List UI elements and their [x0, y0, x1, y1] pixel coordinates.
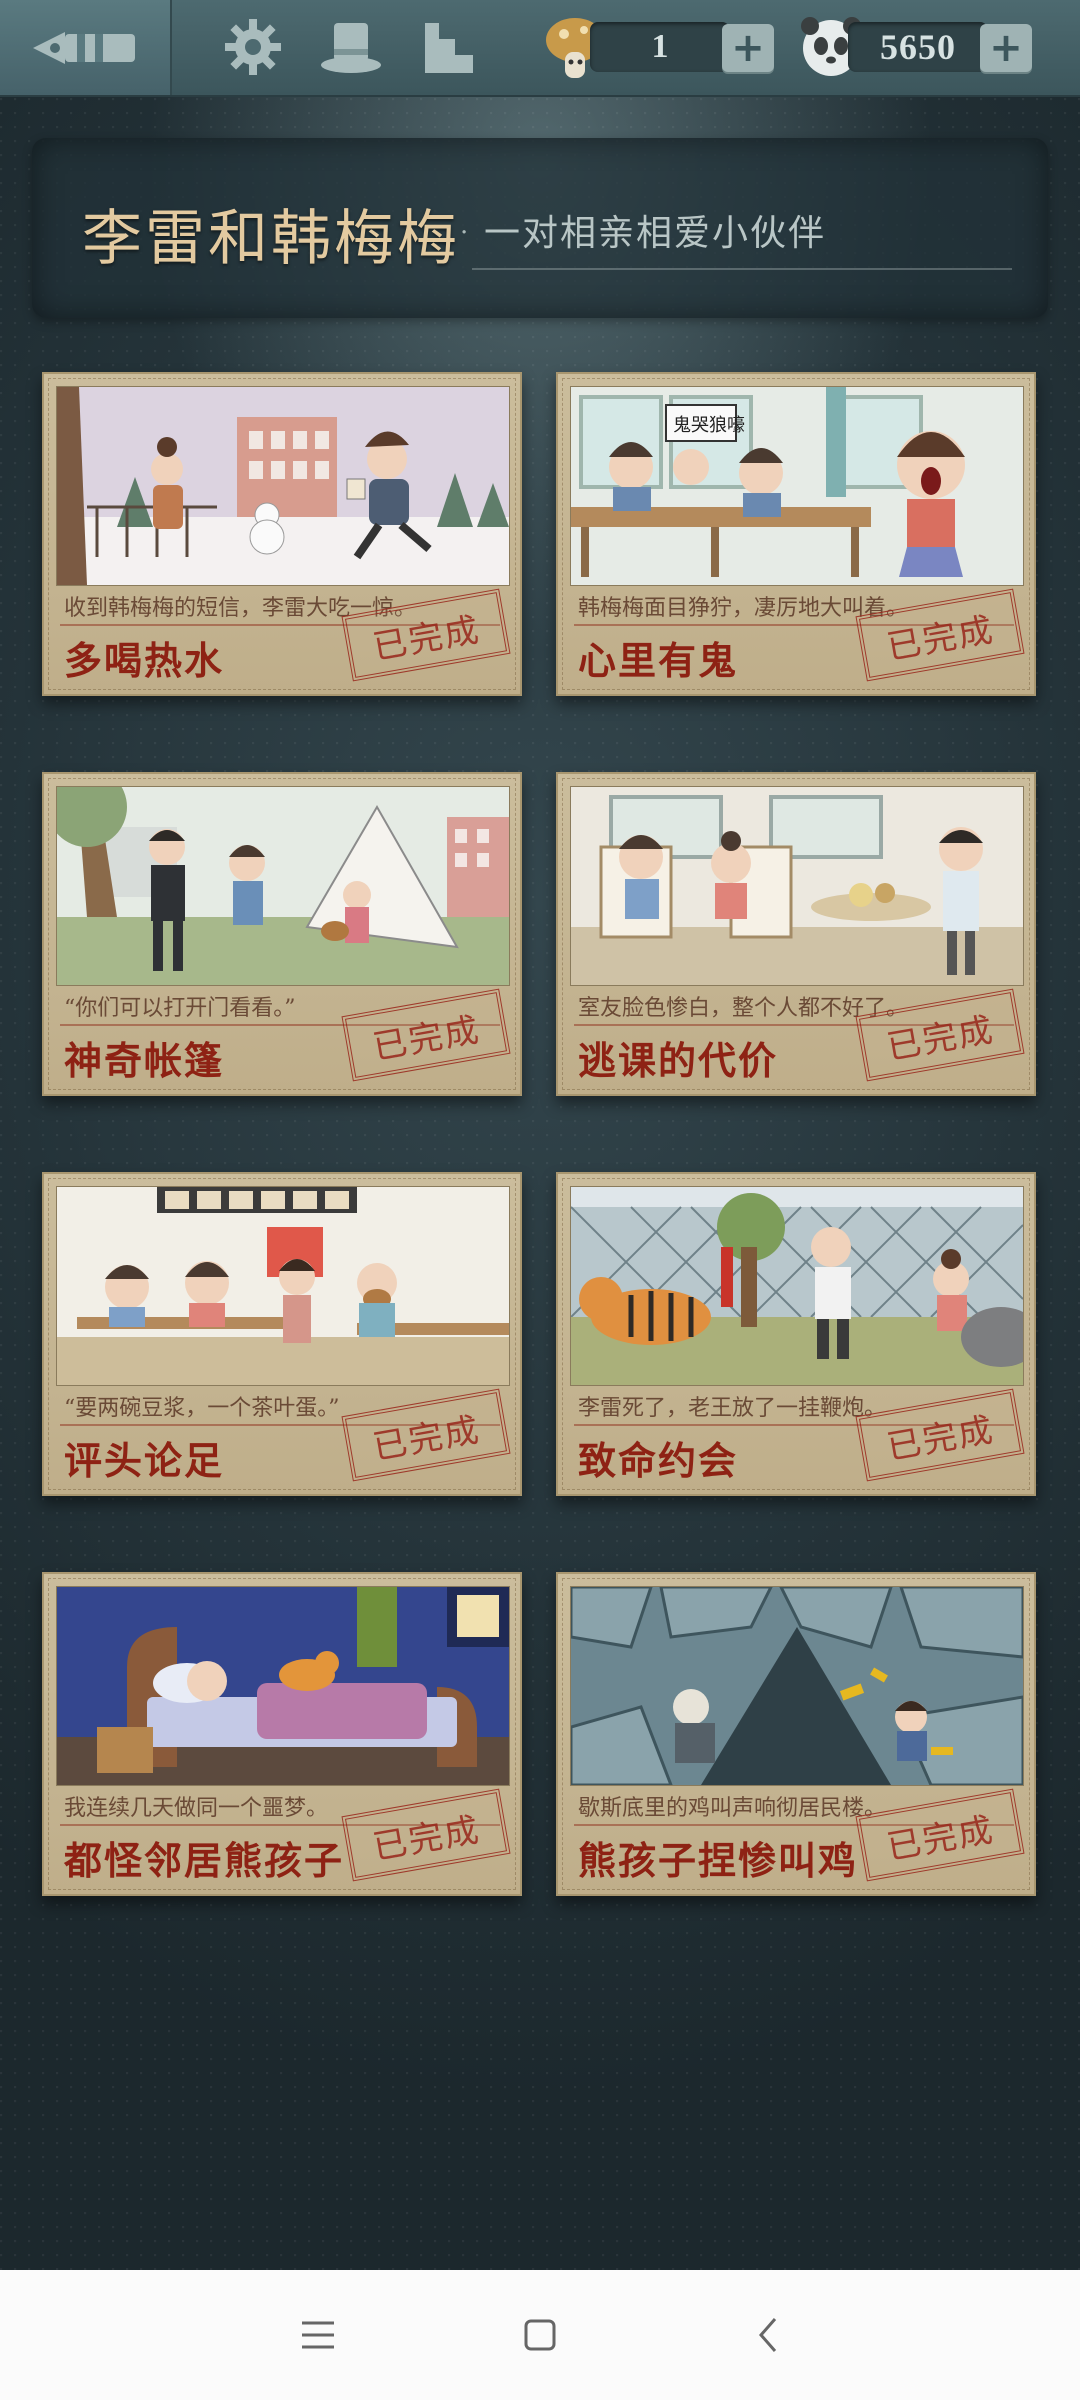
level-illustration-3 [56, 786, 510, 986]
gear-icon [225, 19, 281, 75]
menu-icon [302, 2321, 334, 2349]
level-card-3[interactable]: “你们可以打开门看看。” 神奇帐篷 已完成 [42, 772, 522, 1096]
level-illustration-6 [570, 1186, 1024, 1386]
level-illustration-8 [570, 1586, 1024, 1786]
chapter-subtitle: 一对相亲相爱小伙伴 [484, 213, 827, 254]
plus-icon: + [731, 25, 765, 71]
home-button[interactable] [505, 2300, 575, 2370]
system-nav-bar [0, 2270, 1080, 2400]
completed-stamp-5: 已完成 [341, 1388, 511, 1482]
settings-button[interactable] [220, 14, 286, 80]
level-illustration-2: 鬼哭狼嚎 [570, 386, 1024, 586]
level-card-2[interactable]: 鬼哭狼嚎 韩梅梅面目狰狞，凄厉地大叫着。 心里有鬼 已完成 [556, 372, 1036, 696]
level-name-6: 致命约会 [578, 1438, 739, 1483]
chalkboard-texture [0, 0, 1080, 2270]
top-hat-icon [321, 23, 381, 73]
level-desc-7: 我连续几天做同一个噩梦。 [64, 1796, 329, 1821]
level-illustration-1 [56, 386, 510, 586]
title-separator-dot: · [460, 218, 469, 248]
level-desc-3: “你们可以打开门看看。” [64, 996, 296, 1021]
level-name-3: 神奇帐篷 [64, 1038, 225, 1083]
hint-count: 1 [651, 28, 669, 65]
recent-apps-button[interactable] [283, 2300, 353, 2370]
level-desc-6: 李雷死了，老王放了一挂鞭炮。 [578, 1396, 887, 1421]
level-card-4[interactable]: 室友脸色惨白，整个人都不好了。 逃课的代价 已完成 [556, 772, 1036, 1096]
menu-logo-button[interactable] [0, 0, 172, 95]
stairs-icon [425, 23, 473, 73]
level-desc-8: 歇斯底里的鸡叫声响彻居民楼。 [578, 1796, 887, 1821]
level-name-2: 心里有鬼 [578, 638, 739, 683]
top-bar: 1 + 5650 + [0, 0, 1080, 97]
level-name-8: 熊孩子捏惨叫鸡 [578, 1838, 859, 1883]
level-card-1[interactable]: 收到韩梅梅的短信，李雷大吃一惊。 多喝热水 已完成 [42, 372, 522, 696]
wardrobe-button[interactable] [318, 14, 384, 80]
hint-counter: 1 [590, 22, 730, 72]
chapter-title-panel: 李雷和韩梅梅 · 一对相亲相爱小伙伴 [32, 138, 1048, 318]
level-card-6[interactable]: 李雷死了，老王放了一挂鞭炮。 致命约会 已完成 [556, 1172, 1036, 1496]
protest-sign-text: 鬼哭狼嚎 [673, 415, 745, 436]
plus-icon: + [989, 25, 1023, 71]
add-coin-button[interactable]: + [980, 24, 1032, 72]
level-illustration-5 [56, 1186, 510, 1386]
back-chevron-icon [759, 2318, 777, 2352]
level-illustration-4 [570, 786, 1024, 986]
back-button[interactable] [733, 2300, 803, 2370]
completed-stamp-3: 已完成 [341, 988, 511, 1082]
chapter-title: 李雷和韩梅梅 [82, 204, 460, 274]
level-card-8[interactable]: 歇斯底里的鸡叫声响彻居民楼。 熊孩子捏惨叫鸡 已完成 [556, 1572, 1036, 1896]
level-name-7: 都怪邻居熊孩子 [64, 1838, 345, 1883]
level-name-1: 多喝热水 [64, 638, 225, 683]
home-square-icon [524, 2319, 556, 2351]
coin-count: 5650 [880, 27, 956, 67]
add-hint-button[interactable]: + [722, 24, 774, 72]
level-illustration-7 [56, 1586, 510, 1786]
title-underline [472, 268, 1012, 270]
level-card-7[interactable]: 我连续几天做同一个噩梦。 都怪邻居熊孩子 已完成 [42, 1572, 522, 1896]
level-desc-5: “要两碗豆浆，一个茶叶蛋。” [64, 1396, 340, 1421]
coin-counter: 5650 [848, 22, 988, 72]
level-card-5[interactable]: “要两碗豆浆，一个茶叶蛋。” 评头论足 已完成 [42, 1172, 522, 1496]
pen-nib-logo-icon [33, 31, 135, 64]
chapter-screen: 1 + 5650 + 李雷和韩梅梅 · 一对相亲相爱小伙伴 收到韩梅梅的短信，李… [0, 0, 1080, 2270]
level-name-5: 评头论足 [64, 1438, 225, 1483]
completed-stamp-7: 已完成 [341, 1788, 511, 1882]
progress-button[interactable] [416, 14, 482, 80]
level-name-4: 逃课的代价 [578, 1038, 779, 1083]
